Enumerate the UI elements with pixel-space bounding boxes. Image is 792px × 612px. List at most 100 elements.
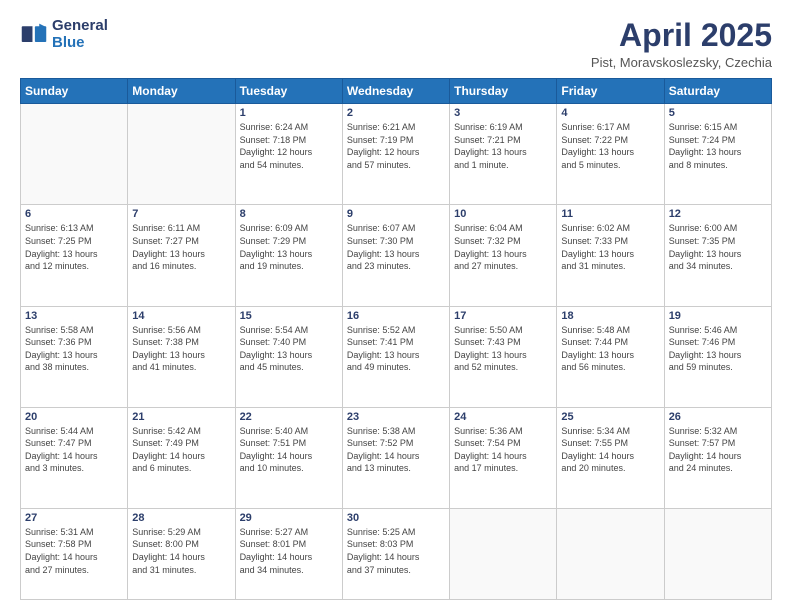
day-info: Sunrise: 5:31 AM Sunset: 7:58 PM Dayligh… bbox=[25, 526, 123, 576]
day-info: Sunrise: 5:25 AM Sunset: 8:03 PM Dayligh… bbox=[347, 526, 445, 576]
day-info: Sunrise: 6:19 AM Sunset: 7:21 PM Dayligh… bbox=[454, 121, 552, 171]
calendar-cell: 22Sunrise: 5:40 AM Sunset: 7:51 PM Dayli… bbox=[235, 407, 342, 508]
calendar-cell bbox=[21, 104, 128, 205]
calendar-cell: 5Sunrise: 6:15 AM Sunset: 7:24 PM Daylig… bbox=[664, 104, 771, 205]
day-info: Sunrise: 5:27 AM Sunset: 8:01 PM Dayligh… bbox=[240, 526, 338, 576]
title-block: April 2025 Pist, Moravskoslezsky, Czechi… bbox=[591, 18, 772, 70]
calendar-cell: 6 Sunrise: 6:13 AM Sunset: 7:25 PM Daylig… bbox=[21, 205, 128, 306]
day-number: 4 bbox=[561, 107, 659, 119]
day-info: Sunrise: 5:38 AM Sunset: 7:52 PM Dayligh… bbox=[347, 425, 445, 475]
day-number: 18 bbox=[561, 310, 659, 322]
day-info: Sunrise: 5:50 AM Sunset: 7:43 PM Dayligh… bbox=[454, 324, 552, 374]
day-info: Sunrise: 5:42 AM Sunset: 7:49 PM Dayligh… bbox=[132, 425, 230, 475]
week-row-5: 27 Sunrise: 5:31 AM Sunset: 7:58 PM Dayli… bbox=[21, 508, 772, 599]
week-row-1: 1 Sunrise: 6:24 AM Sunset: 7:18 PM Daylig… bbox=[21, 104, 772, 205]
header: General Blue April 2025 Pist, Moravskosl… bbox=[20, 18, 772, 70]
day-info: Sunrise: 5:34 AM Sunset: 7:55 PM Dayligh… bbox=[561, 425, 659, 475]
day-number: 11 bbox=[561, 208, 659, 220]
calendar-cell: 20Sunrise: 5:44 AM Sunset: 7:47 PM Dayli… bbox=[21, 407, 128, 508]
day-number: 10 bbox=[454, 208, 552, 220]
day-number: 12 bbox=[669, 208, 767, 220]
day-info: Sunrise: 5:36 AM Sunset: 7:54 PM Dayligh… bbox=[454, 425, 552, 475]
calendar-cell: 1 Sunrise: 6:24 AM Sunset: 7:18 PM Daylig… bbox=[235, 104, 342, 205]
day-number: 27 bbox=[25, 512, 123, 524]
day-number: 16 bbox=[347, 310, 445, 322]
day-info: Sunrise: 6:09 AM Sunset: 7:29 PM Dayligh… bbox=[240, 222, 338, 272]
calendar-cell: 19 Sunrise: 5:46 AM Sunset: 7:46 PM Dayli… bbox=[664, 306, 771, 407]
day-info: Sunrise: 5:58 AM Sunset: 7:36 PM Dayligh… bbox=[25, 324, 123, 374]
day-number: 24 bbox=[454, 411, 552, 423]
calendar-cell bbox=[664, 508, 771, 599]
day-number: 8 bbox=[240, 208, 338, 220]
day-info: Sunrise: 6:11 AM Sunset: 7:27 PM Dayligh… bbox=[132, 222, 230, 272]
logo-icon bbox=[20, 21, 48, 49]
calendar-cell: 21 Sunrise: 5:42 AM Sunset: 7:49 PM Dayli… bbox=[128, 407, 235, 508]
calendar-cell: 9Sunrise: 6:07 AM Sunset: 7:30 PM Daylig… bbox=[342, 205, 449, 306]
day-number: 13 bbox=[25, 310, 123, 322]
day-number: 23 bbox=[347, 411, 445, 423]
day-number: 1 bbox=[240, 107, 338, 119]
week-row-3: 13 Sunrise: 5:58 AM Sunset: 7:36 PM Dayli… bbox=[21, 306, 772, 407]
weekday-header-tuesday: Tuesday bbox=[235, 79, 342, 104]
calendar-cell: 7 Sunrise: 6:11 AM Sunset: 7:27 PM Daylig… bbox=[128, 205, 235, 306]
calendar-cell: 12 Sunrise: 6:00 AM Sunset: 7:35 PM Dayli… bbox=[664, 205, 771, 306]
day-number: 26 bbox=[669, 411, 767, 423]
location-subtitle: Pist, Moravskoslezsky, Czechia bbox=[591, 55, 772, 70]
calendar-cell: 18 Sunrise: 5:48 AM Sunset: 7:44 PM Dayli… bbox=[557, 306, 664, 407]
day-info: Sunrise: 6:13 AM Sunset: 7:25 PM Dayligh… bbox=[25, 222, 123, 272]
weekday-header-wednesday: Wednesday bbox=[342, 79, 449, 104]
day-info: Sunrise: 6:15 AM Sunset: 7:24 PM Dayligh… bbox=[669, 121, 767, 171]
day-info: Sunrise: 5:29 AM Sunset: 8:00 PM Dayligh… bbox=[132, 526, 230, 576]
day-number: 15 bbox=[240, 310, 338, 322]
logo-text: General Blue bbox=[52, 18, 108, 51]
day-number: 7 bbox=[132, 208, 230, 220]
day-info: Sunrise: 6:21 AM Sunset: 7:19 PM Dayligh… bbox=[347, 121, 445, 171]
calendar-cell: 13 Sunrise: 5:58 AM Sunset: 7:36 PM Dayli… bbox=[21, 306, 128, 407]
day-number: 9 bbox=[347, 208, 445, 220]
calendar-cell: 2 Sunrise: 6:21 AM Sunset: 7:19 PM Daylig… bbox=[342, 104, 449, 205]
day-number: 6 bbox=[25, 208, 123, 220]
logo: General Blue bbox=[20, 18, 108, 51]
calendar-cell: 29Sunrise: 5:27 AM Sunset: 8:01 PM Dayli… bbox=[235, 508, 342, 599]
weekday-header-friday: Friday bbox=[557, 79, 664, 104]
calendar-cell bbox=[128, 104, 235, 205]
day-info: Sunrise: 5:40 AM Sunset: 7:51 PM Dayligh… bbox=[240, 425, 338, 475]
day-number: 3 bbox=[454, 107, 552, 119]
calendar-cell: 14 Sunrise: 5:56 AM Sunset: 7:38 PM Dayli… bbox=[128, 306, 235, 407]
day-number: 28 bbox=[132, 512, 230, 524]
calendar-cell: 8 Sunrise: 6:09 AM Sunset: 7:29 PM Daylig… bbox=[235, 205, 342, 306]
day-info: Sunrise: 5:56 AM Sunset: 7:38 PM Dayligh… bbox=[132, 324, 230, 374]
day-info: Sunrise: 5:32 AM Sunset: 7:57 PM Dayligh… bbox=[669, 425, 767, 475]
day-number: 2 bbox=[347, 107, 445, 119]
calendar-cell bbox=[557, 508, 664, 599]
weekday-header-row: SundayMondayTuesdayWednesdayThursdayFrid… bbox=[21, 79, 772, 104]
week-row-2: 6 Sunrise: 6:13 AM Sunset: 7:25 PM Daylig… bbox=[21, 205, 772, 306]
calendar-cell: 10 Sunrise: 6:04 AM Sunset: 7:32 PM Dayli… bbox=[450, 205, 557, 306]
day-info: Sunrise: 5:52 AM Sunset: 7:41 PM Dayligh… bbox=[347, 324, 445, 374]
page: General Blue April 2025 Pist, Moravskosl… bbox=[0, 0, 792, 612]
calendar-cell: 25Sunrise: 5:34 AM Sunset: 7:55 PM Dayli… bbox=[557, 407, 664, 508]
day-number: 21 bbox=[132, 411, 230, 423]
day-number: 17 bbox=[454, 310, 552, 322]
calendar-cell bbox=[450, 508, 557, 599]
weekday-header-sunday: Sunday bbox=[21, 79, 128, 104]
day-number: 30 bbox=[347, 512, 445, 524]
calendar-table: SundayMondayTuesdayWednesdayThursdayFrid… bbox=[20, 78, 772, 600]
calendar-cell: 23 Sunrise: 5:38 AM Sunset: 7:52 PM Dayli… bbox=[342, 407, 449, 508]
day-info: Sunrise: 5:46 AM Sunset: 7:46 PM Dayligh… bbox=[669, 324, 767, 374]
day-number: 19 bbox=[669, 310, 767, 322]
weekday-header-thursday: Thursday bbox=[450, 79, 557, 104]
week-row-4: 20Sunrise: 5:44 AM Sunset: 7:47 PM Dayli… bbox=[21, 407, 772, 508]
day-info: Sunrise: 5:54 AM Sunset: 7:40 PM Dayligh… bbox=[240, 324, 338, 374]
calendar-cell: 26 Sunrise: 5:32 AM Sunset: 7:57 PM Dayli… bbox=[664, 407, 771, 508]
day-info: Sunrise: 6:04 AM Sunset: 7:32 PM Dayligh… bbox=[454, 222, 552, 272]
day-info: Sunrise: 6:00 AM Sunset: 7:35 PM Dayligh… bbox=[669, 222, 767, 272]
calendar-cell: 16 Sunrise: 5:52 AM Sunset: 7:41 PM Dayli… bbox=[342, 306, 449, 407]
day-info: Sunrise: 6:24 AM Sunset: 7:18 PM Dayligh… bbox=[240, 121, 338, 171]
calendar-cell: 11 Sunrise: 6:02 AM Sunset: 7:33 PM Dayli… bbox=[557, 205, 664, 306]
day-info: Sunrise: 6:02 AM Sunset: 7:33 PM Dayligh… bbox=[561, 222, 659, 272]
day-info: Sunrise: 5:48 AM Sunset: 7:44 PM Dayligh… bbox=[561, 324, 659, 374]
weekday-header-saturday: Saturday bbox=[664, 79, 771, 104]
calendar-cell: 17 Sunrise: 5:50 AM Sunset: 7:43 PM Dayli… bbox=[450, 306, 557, 407]
day-number: 14 bbox=[132, 310, 230, 322]
